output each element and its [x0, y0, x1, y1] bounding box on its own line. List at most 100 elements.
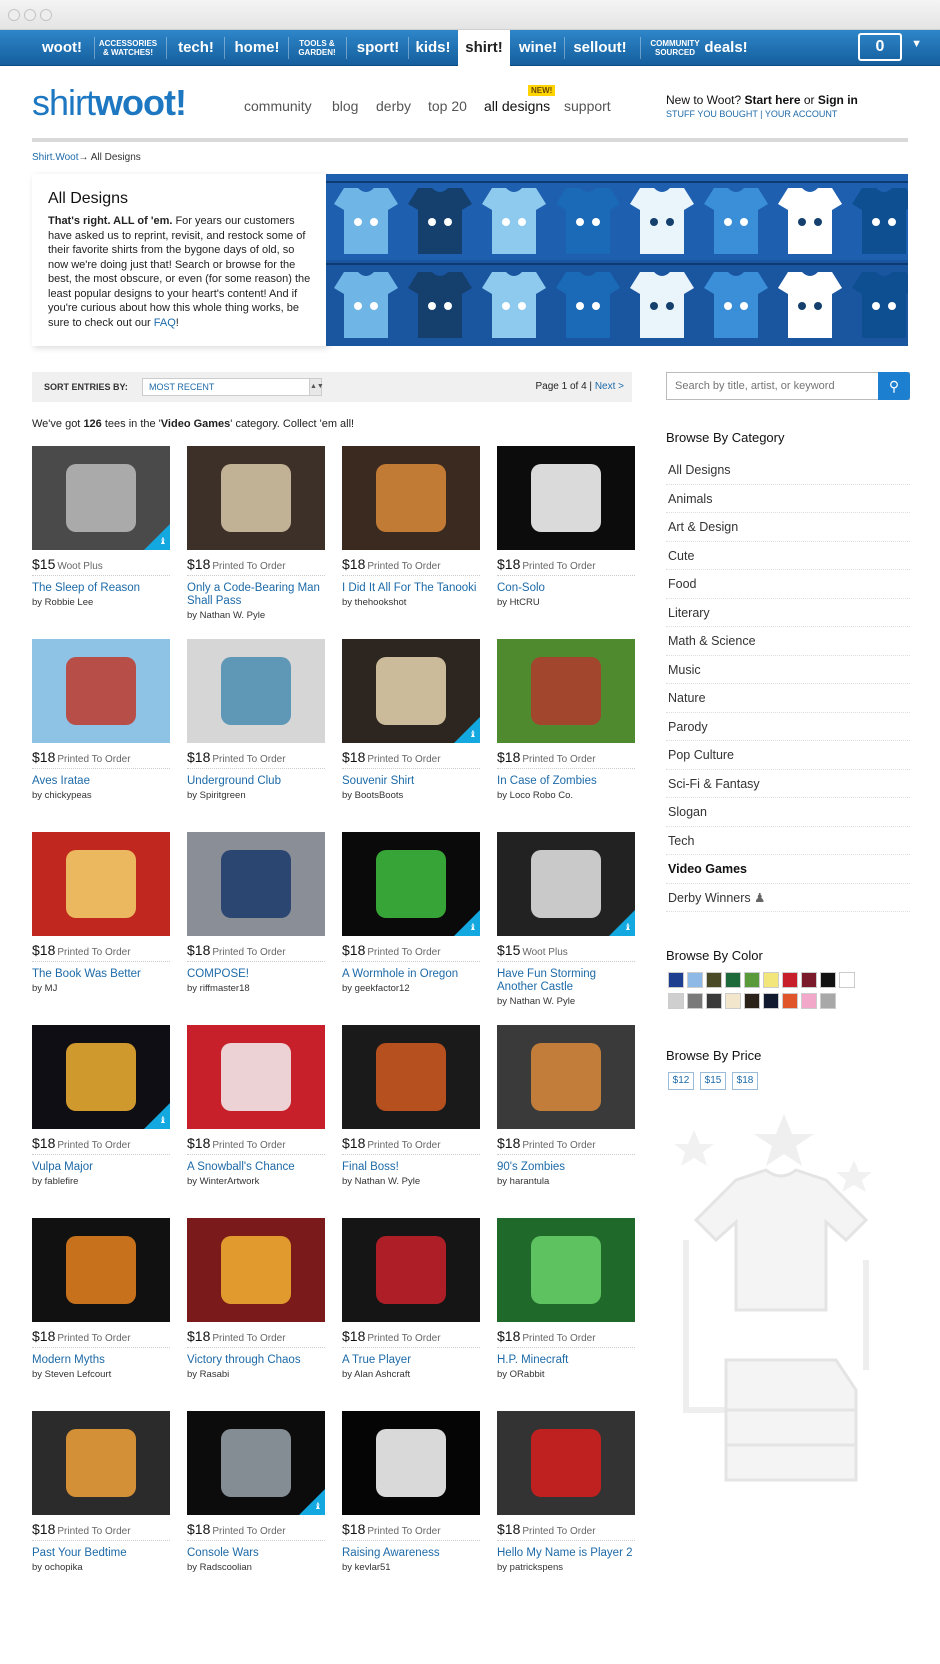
product-title[interactable]: Raising Awareness: [342, 1547, 480, 1560]
product-thumbnail[interactable]: [32, 1218, 170, 1322]
category-link[interactable]: Nature: [666, 684, 910, 713]
category-link[interactable]: Pop Culture: [666, 741, 910, 770]
topnav-accessories[interactable]: ACCESSORIES & WATCHES!: [96, 30, 160, 66]
category-link[interactable]: Animals: [666, 485, 910, 513]
product-title[interactable]: In Case of Zombies: [497, 775, 635, 788]
category-link[interactable]: Derby Winners ♟: [666, 884, 910, 912]
color-swatch[interactable]: [725, 993, 741, 1009]
product-title[interactable]: 90's Zombies: [497, 1161, 635, 1174]
product-card[interactable]: ♝ $18 Printed To Order Vulpa Major by fab…: [32, 1025, 170, 1187]
window-close-control[interactable]: [8, 9, 20, 21]
topnav-shirt[interactable]: shirt!: [458, 30, 510, 66]
product-card[interactable]: $18 Printed To Order 90's Zombies by hara…: [497, 1025, 635, 1187]
shirt-woot-logo[interactable]: shirtwoot!: [32, 82, 187, 124]
color-swatch[interactable]: [744, 993, 760, 1009]
product-card[interactable]: $18 Printed To Order Modern Myths by Stev…: [32, 1218, 170, 1380]
product-title[interactable]: A Snowball's Chance: [187, 1161, 325, 1174]
nav-blog[interactable]: blog: [332, 98, 358, 114]
topnav-community-sourced[interactable]: COMMUNITY SOURCED: [648, 30, 702, 66]
product-title[interactable]: Hello My Name is Player 2: [497, 1547, 635, 1560]
topnav-tools-garden[interactable]: TOOLS & GARDEN!: [292, 30, 342, 66]
product-thumbnail[interactable]: [32, 639, 170, 743]
product-thumbnail[interactable]: [342, 1025, 480, 1129]
product-thumbnail[interactable]: [187, 1025, 325, 1129]
cart-button[interactable]: 0: [858, 33, 902, 61]
color-swatch[interactable]: [744, 972, 760, 988]
search-icon[interactable]: ⚲: [878, 372, 910, 400]
product-card[interactable]: $18 Printed To Order Hello My Name is Pla…: [497, 1411, 635, 1573]
product-thumbnail[interactable]: [342, 1411, 480, 1515]
price-filter-button[interactable]: $18: [732, 1072, 758, 1090]
product-title[interactable]: Console Wars: [187, 1547, 325, 1560]
product-title[interactable]: I Did It All For The Tanooki: [342, 582, 480, 595]
topnav-home[interactable]: home!: [230, 30, 284, 66]
product-thumbnail[interactable]: ♝: [497, 832, 635, 936]
product-thumbnail[interactable]: [32, 832, 170, 936]
product-card[interactable]: $18 Printed To Order Underground Club by …: [187, 639, 325, 801]
product-thumbnail[interactable]: [497, 1218, 635, 1322]
category-link[interactable]: Tech: [666, 827, 910, 855]
nav-derby[interactable]: derby: [376, 98, 411, 114]
color-swatch[interactable]: [801, 993, 817, 1009]
product-card[interactable]: ♝ $15 Woot Plus Have Fun Storming Another…: [497, 832, 635, 1007]
product-title[interactable]: Underground Club: [187, 775, 325, 788]
product-title[interactable]: A True Player: [342, 1354, 480, 1367]
category-link[interactable]: Food: [666, 570, 910, 599]
topnav-wine[interactable]: wine!: [514, 30, 562, 66]
product-thumbnail[interactable]: ♝: [342, 639, 480, 743]
product-title[interactable]: Vulpa Major: [32, 1161, 170, 1174]
color-swatch[interactable]: [782, 993, 798, 1009]
product-card[interactable]: $18 Printed To Order The Book Was Better …: [32, 832, 170, 994]
product-thumbnail[interactable]: [342, 446, 480, 550]
product-title[interactable]: Have Fun Storming Another Castle: [497, 968, 635, 994]
product-title[interactable]: Victory through Chaos: [187, 1354, 325, 1367]
product-thumbnail[interactable]: [187, 446, 325, 550]
product-card[interactable]: ♝ $18 Printed To Order Souvenir Shirt by …: [342, 639, 480, 801]
product-thumbnail[interactable]: ♝: [32, 1025, 170, 1129]
product-card[interactable]: ♝ $18 Printed To Order Console Wars by Ra…: [187, 1411, 325, 1573]
nav-top-20[interactable]: top 20: [428, 98, 467, 114]
color-swatch[interactable]: [725, 972, 741, 988]
product-card[interactable]: $18 Printed To Order H.P. Minecraft by OR…: [497, 1218, 635, 1380]
topnav-sellout[interactable]: sellout!: [568, 30, 632, 66]
category-link[interactable]: Math & Science: [666, 627, 910, 656]
product-thumbnail[interactable]: ♝: [342, 832, 480, 936]
product-title[interactable]: Modern Myths: [32, 1354, 170, 1367]
price-filter-button[interactable]: $15: [700, 1072, 726, 1090]
product-title[interactable]: COMPOSE!: [187, 968, 325, 981]
window-minimize-control[interactable]: [24, 9, 36, 21]
product-card[interactable]: $18 Printed To Order Con-Solo by HtCRU: [497, 446, 635, 608]
product-card[interactable]: $18 Printed To Order In Case of Zombies b…: [497, 639, 635, 801]
start-here-link[interactable]: Start here: [745, 93, 801, 107]
product-card[interactable]: $18 Printed To Order Final Boss! by Natha…: [342, 1025, 480, 1187]
product-thumbnail[interactable]: [187, 1218, 325, 1322]
product-card[interactable]: $18 Printed To Order Victory through Chao…: [187, 1218, 325, 1380]
faq-link[interactable]: FAQ: [154, 317, 176, 329]
color-swatch[interactable]: [706, 993, 722, 1009]
product-card[interactable]: $18 Printed To Order A Snowball's Chance …: [187, 1025, 325, 1187]
product-title[interactable]: The Book Was Better: [32, 968, 170, 981]
category-link[interactable]: Literary: [666, 599, 910, 627]
color-swatch[interactable]: [763, 993, 779, 1009]
color-swatch[interactable]: [820, 972, 836, 988]
color-swatch[interactable]: [687, 993, 703, 1009]
topnav-woot[interactable]: woot!: [36, 30, 88, 66]
product-title[interactable]: A Wormhole in Oregon: [342, 968, 480, 981]
product-card[interactable]: $18 Printed To Order Aves Iratae by chick…: [32, 639, 170, 801]
product-thumbnail[interactable]: [497, 446, 635, 550]
product-title[interactable]: Aves Iratae: [32, 775, 170, 788]
product-title[interactable]: Past Your Bedtime: [32, 1547, 170, 1560]
product-card[interactable]: $18 Printed To Order A True Player by Ala…: [342, 1218, 480, 1380]
product-title[interactable]: Souvenir Shirt: [342, 775, 480, 788]
product-thumbnail[interactable]: [497, 639, 635, 743]
color-swatch[interactable]: [763, 972, 779, 988]
window-zoom-control[interactable]: [40, 9, 52, 21]
nav-support[interactable]: support: [564, 98, 611, 114]
product-card[interactable]: $18 Printed To Order Only a Code-Bearing …: [187, 446, 325, 621]
color-swatch[interactable]: [782, 972, 798, 988]
topnav-sport[interactable]: sport!: [350, 30, 406, 66]
product-title[interactable]: The Sleep of Reason: [32, 582, 170, 595]
product-thumbnail[interactable]: ♝: [187, 1411, 325, 1515]
product-title[interactable]: Final Boss!: [342, 1161, 480, 1174]
breadcrumb-root[interactable]: Shirt.Woot: [32, 152, 79, 163]
